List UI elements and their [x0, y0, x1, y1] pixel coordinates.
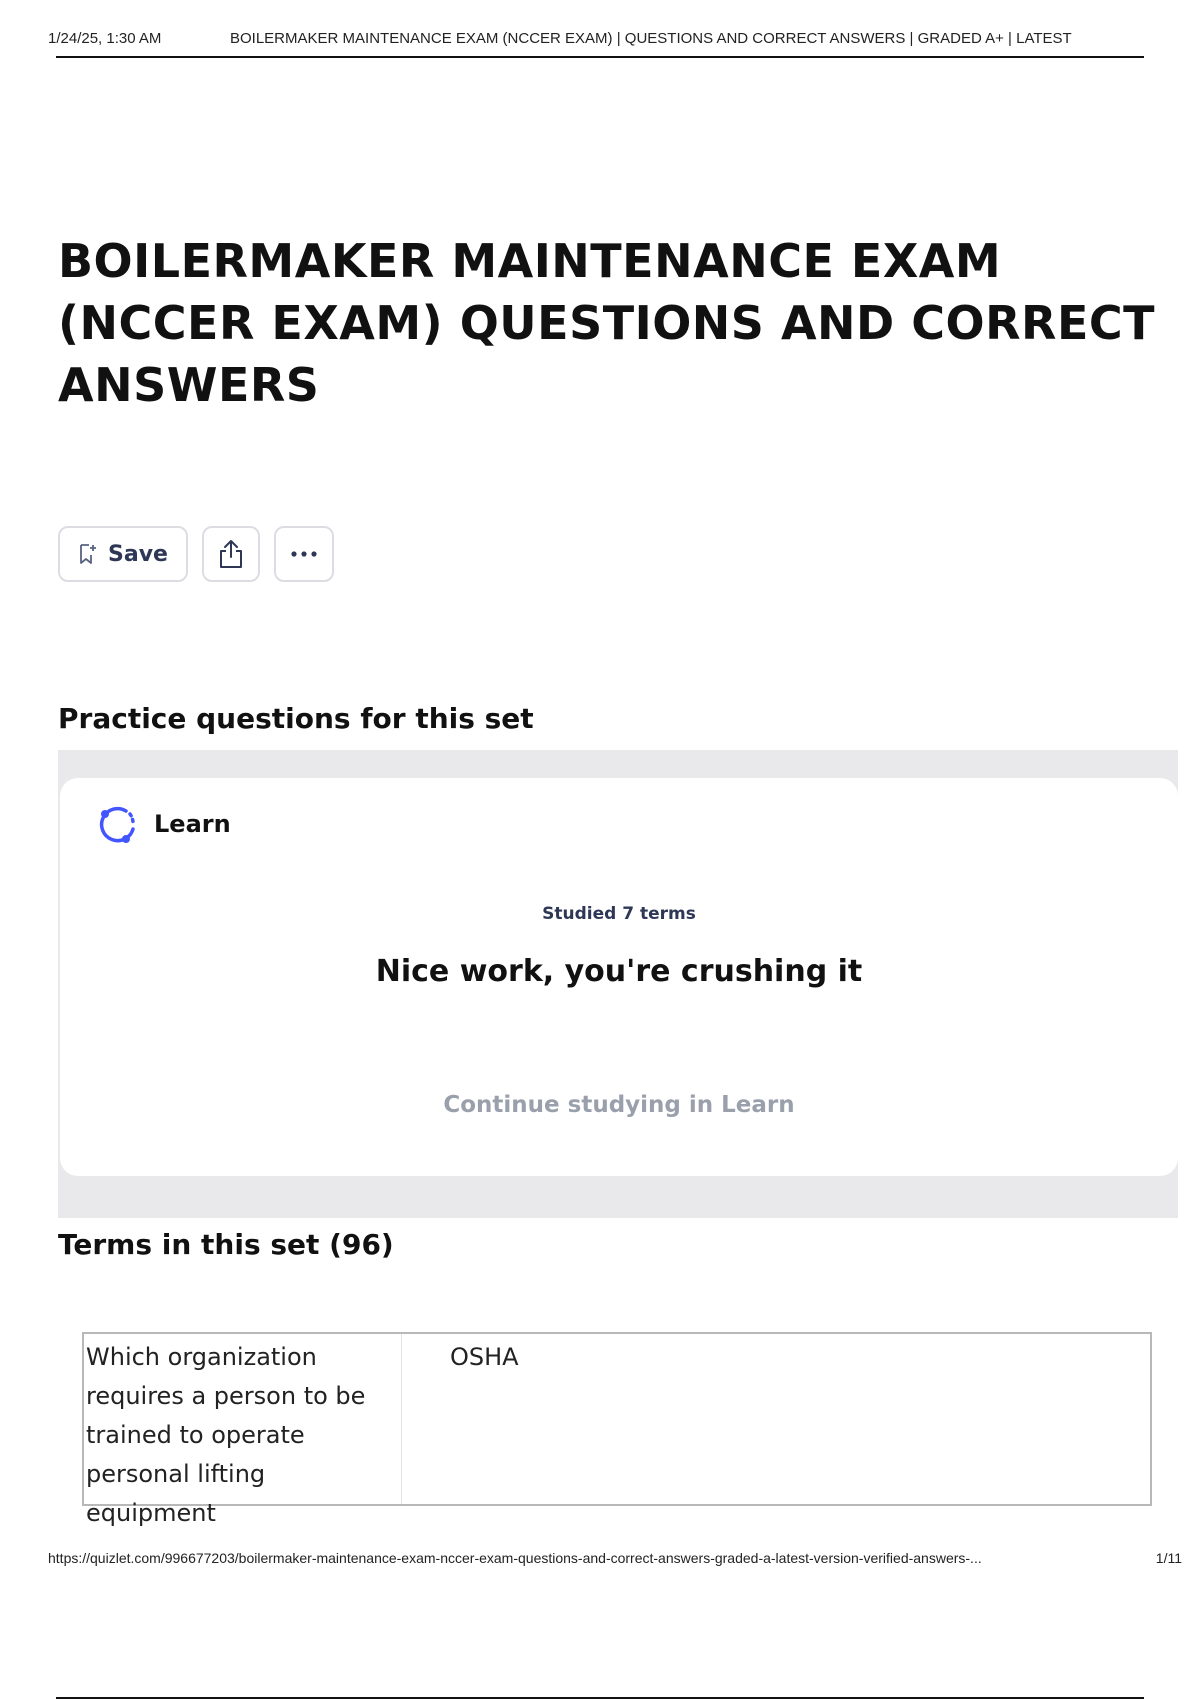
save-button[interactable]: Save [58, 526, 188, 582]
share-icon [220, 540, 242, 568]
footer-divider [56, 1697, 1144, 1699]
print-datetime: 1/24/25, 1:30 AM [48, 30, 162, 47]
term-question: Which organization requires a person to … [84, 1334, 402, 1527]
page-number: 1/11 [1155, 1550, 1182, 1566]
continue-learn-link[interactable]: Continue studying in Learn [60, 1092, 1178, 1118]
document-title: BOILERMAKER MAINTENANCE EXAM (NCCER EXAM… [58, 234, 1156, 412]
header-divider [56, 56, 1144, 58]
term-row: Which organization requires a person to … [82, 1332, 1152, 1527]
studied-count: Studied 7 terms [542, 904, 696, 924]
practice-heading: Practice questions for this set [58, 702, 534, 735]
save-button-label: Save [108, 541, 168, 567]
term-answer: OSHA [450, 1343, 519, 1371]
more-icon [291, 551, 317, 557]
learn-icon [99, 806, 135, 843]
print-header-title: BOILERMAKER MAINTENANCE EXAM (NCCER EXAM… [230, 30, 1072, 47]
terms-heading: Terms in this set (96) [58, 1228, 394, 1261]
share-button[interactable] [202, 526, 260, 582]
more-options-button[interactable] [274, 526, 334, 582]
learn-card[interactable]: Learn Studied 7 terms Nice work, you're … [60, 778, 1178, 1176]
print-footer-url: https://quizlet.com/996677203/boilermake… [48, 1550, 982, 1566]
bookmark-add-icon [80, 544, 97, 564]
progress-message: Nice work, you're crushing it [375, 954, 863, 989]
learn-label: Learn [154, 810, 231, 838]
